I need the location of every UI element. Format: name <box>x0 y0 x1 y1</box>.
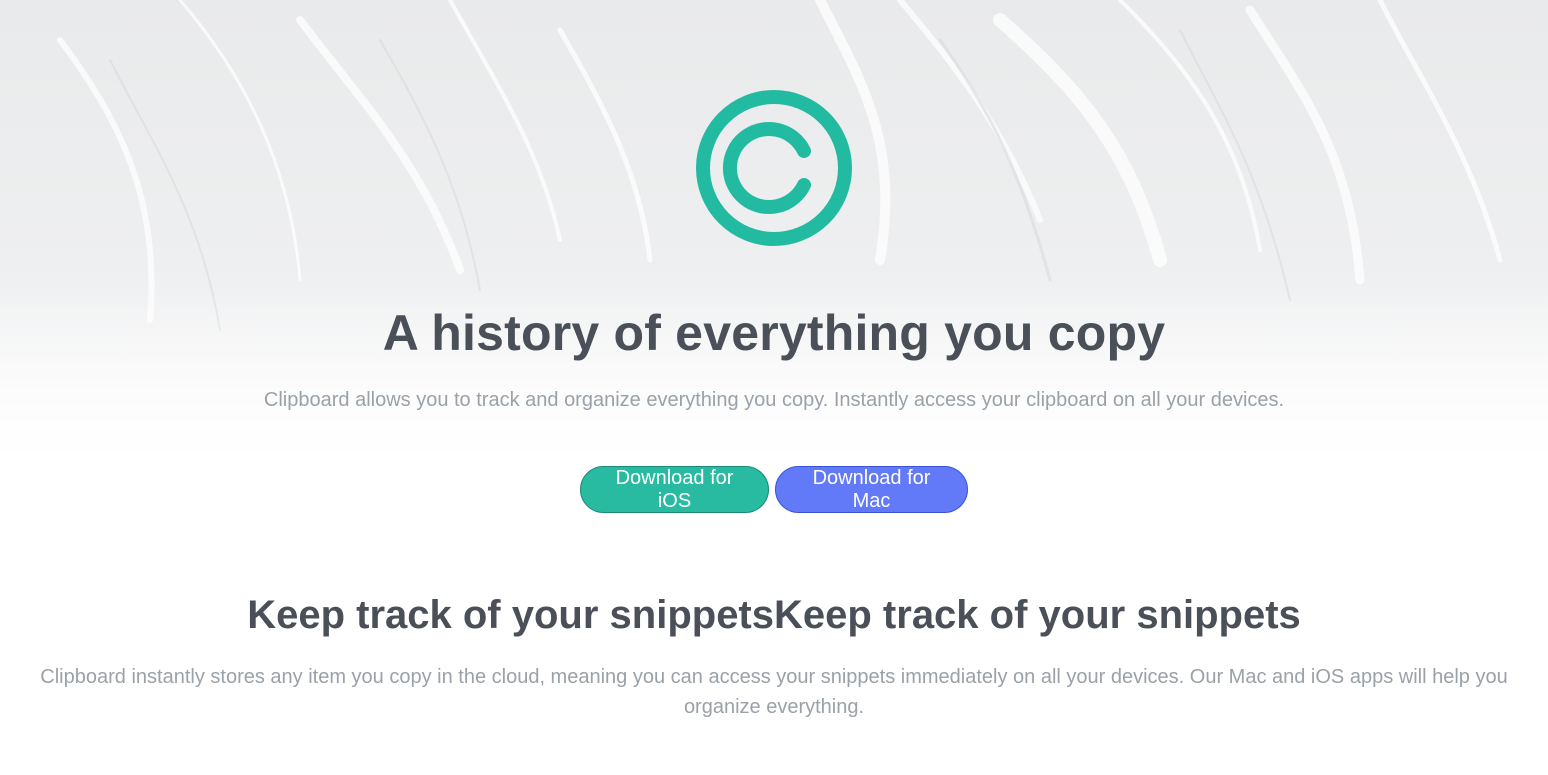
feature-title: Keep track of your snippetsKeep track of… <box>247 593 1301 637</box>
download-mac-button[interactable]: Download for Mac <box>775 466 968 513</box>
feature-description: Clipboard instantly stores any item you … <box>40 666 1508 718</box>
hero-title: A history of everything you copy <box>382 305 1166 361</box>
landing-page: A history of everything you copy Clipboa… <box>0 0 1548 775</box>
download-buttons: Download for iOS Download for Mac <box>0 466 1548 513</box>
copyright-c-icon <box>696 90 852 246</box>
hero-subtitle: Clipboard allows you to track and organi… <box>263 389 1285 411</box>
download-ios-button[interactable]: Download for iOS <box>580 466 769 513</box>
